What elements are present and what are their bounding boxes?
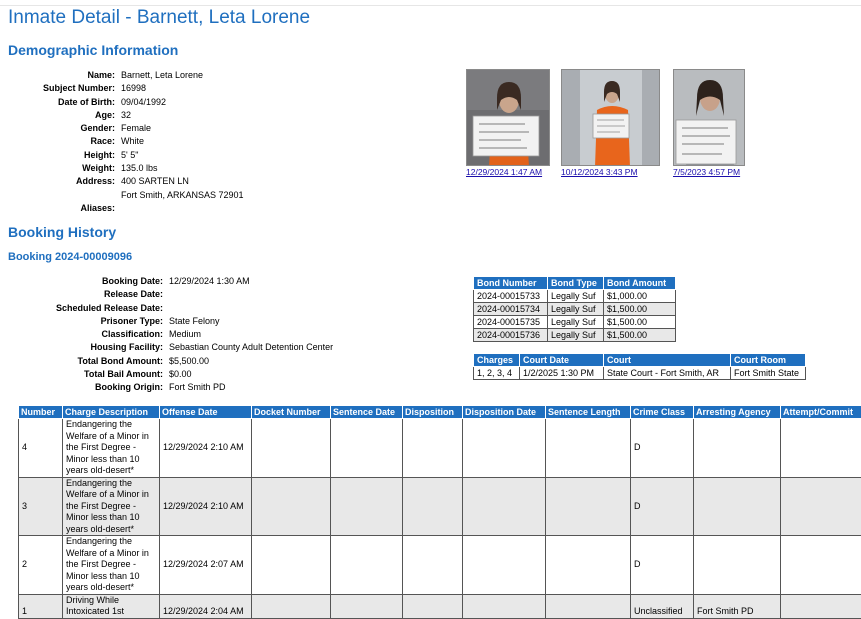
table-row: 2 Endangering the Welfare of a Minor in … (19, 536, 861, 595)
mugshot-3[interactable]: 7/5/2023 4:57 PM (673, 69, 745, 177)
field-classification: Classification:Medium (10, 328, 333, 341)
field-dob: Date of Birth:09/04/1992 (10, 96, 244, 109)
booking-history-heading: Booking History (8, 224, 116, 240)
field-gender: Gender:Female (10, 122, 244, 135)
bond-table-header: Bond Number Bond Type Bond Amount (474, 277, 676, 290)
col-charges: Charges (474, 354, 520, 367)
mugshot-3-date-link[interactable]: 7/5/2023 4:57 PM (673, 167, 745, 177)
field-booking-origin: Booking Origin:Fort Smith PD (10, 381, 333, 394)
col-arresting-agency: Arresting Agency (694, 406, 781, 419)
court-table-header: Charges Court Date Court Court Room (474, 354, 806, 367)
address-line-1: 400 SARTEN LN (121, 176, 189, 186)
field-aliases: Aliases: (10, 202, 244, 215)
table-row: 1 Driving While Intoxicated 1st 12/29/20… (19, 594, 861, 618)
col-attempt-commit: Attempt/Commit (781, 406, 861, 419)
demographic-fields: Name:Barnett, Leta Lorene Subject Number… (10, 69, 244, 215)
col-docket-number: Docket Number (252, 406, 331, 419)
col-crime-class: Crime Class (631, 406, 694, 419)
field-name: Name:Barnett, Leta Lorene (10, 69, 244, 82)
top-divider (0, 5, 861, 6)
mugshot-image[interactable] (466, 69, 550, 166)
col-court: Court (604, 354, 731, 367)
field-total-bond-amount: Total Bond Amount:$5,500.00 (10, 355, 333, 368)
table-row: 3 Endangering the Welfare of a Minor in … (19, 477, 861, 536)
address-line-2: Fort Smith, ARKANSAS 72901 (121, 190, 244, 200)
person-photo-icon (674, 70, 745, 166)
charges-table: Number Charge Description Offense Date D… (18, 405, 861, 619)
person-photo-icon (467, 70, 550, 166)
col-sentence-length: Sentence Length (546, 406, 631, 419)
table-row: 2024-00015735Legally Suf$1,500.00 (474, 316, 676, 329)
field-prisoner-type: Prisoner Type:State Felony (10, 315, 333, 328)
col-court-room: Court Room (731, 354, 806, 367)
field-race: Race:White (10, 135, 244, 148)
table-row: 2024-00015733Legally Suf$1,000.00 (474, 290, 676, 303)
col-number: Number (19, 406, 63, 419)
field-scheduled-release-date: Scheduled Release Date: (10, 302, 333, 315)
field-age: Age:32 (10, 109, 244, 122)
table-row: 1, 2, 3, 41/2/2025 1:30 PMState Court - … (474, 367, 806, 380)
mugshot-1-date-link[interactable]: 12/29/2024 1:47 AM (466, 167, 550, 177)
field-subject-number: Subject Number:16998 (10, 82, 244, 95)
table-row: 4 Endangering the Welfare of a Minor in … (19, 419, 861, 478)
col-sentence-date: Sentence Date (331, 406, 403, 419)
col-bond-amount: Bond Amount (604, 277, 676, 290)
field-height: Height:5' 5" (10, 149, 244, 162)
mugshot-image[interactable] (673, 69, 745, 166)
field-booking-date: Booking Date:12/29/2024 1:30 AM (10, 275, 333, 288)
col-disposition-date: Disposition Date (463, 406, 546, 419)
bond-table: Bond Number Bond Type Bond Amount 2024-0… (473, 276, 676, 342)
field-weight: Weight:135.0 lbs (10, 162, 244, 175)
mugshot-1[interactable]: 12/29/2024 1:47 AM (466, 69, 550, 177)
mugshot-2-date-link[interactable]: 10/12/2024 3:43 PM (561, 167, 660, 177)
charges-table-header: Number Charge Description Offense Date D… (19, 406, 861, 419)
demographic-heading: Demographic Information (8, 42, 178, 58)
table-row: 2024-00015734Legally Suf$1,500.00 (474, 303, 676, 316)
page-title: Inmate Detail - Barnett, Leta Lorene (8, 7, 310, 29)
mugshot-image[interactable] (561, 69, 660, 166)
mugshot-2[interactable]: 10/12/2024 3:43 PM (561, 69, 660, 177)
col-offense-date: Offense Date (160, 406, 252, 419)
court-table: Charges Court Date Court Court Room 1, 2… (473, 353, 806, 380)
booking-fields: Booking Date:12/29/2024 1:30 AM Release … (10, 275, 333, 395)
col-charge-description: Charge Description (63, 406, 160, 419)
col-disposition: Disposition (403, 406, 463, 419)
person-photo-icon (562, 70, 660, 166)
field-release-date: Release Date: (10, 288, 333, 301)
booking-title: Booking 2024-00009096 (8, 251, 132, 263)
field-housing-facility: Housing Facility:Sebastian County Adult … (10, 341, 333, 354)
field-address: Address:400 SARTEN LNFort Smith, ARKANSA… (10, 175, 244, 202)
field-total-bail-amount: Total Bail Amount:$0.00 (10, 368, 333, 381)
table-row: 2024-00015736Legally Suf$1,500.00 (474, 329, 676, 342)
col-bond-type: Bond Type (548, 277, 604, 290)
col-bond-number: Bond Number (474, 277, 548, 290)
col-court-date: Court Date (520, 354, 604, 367)
